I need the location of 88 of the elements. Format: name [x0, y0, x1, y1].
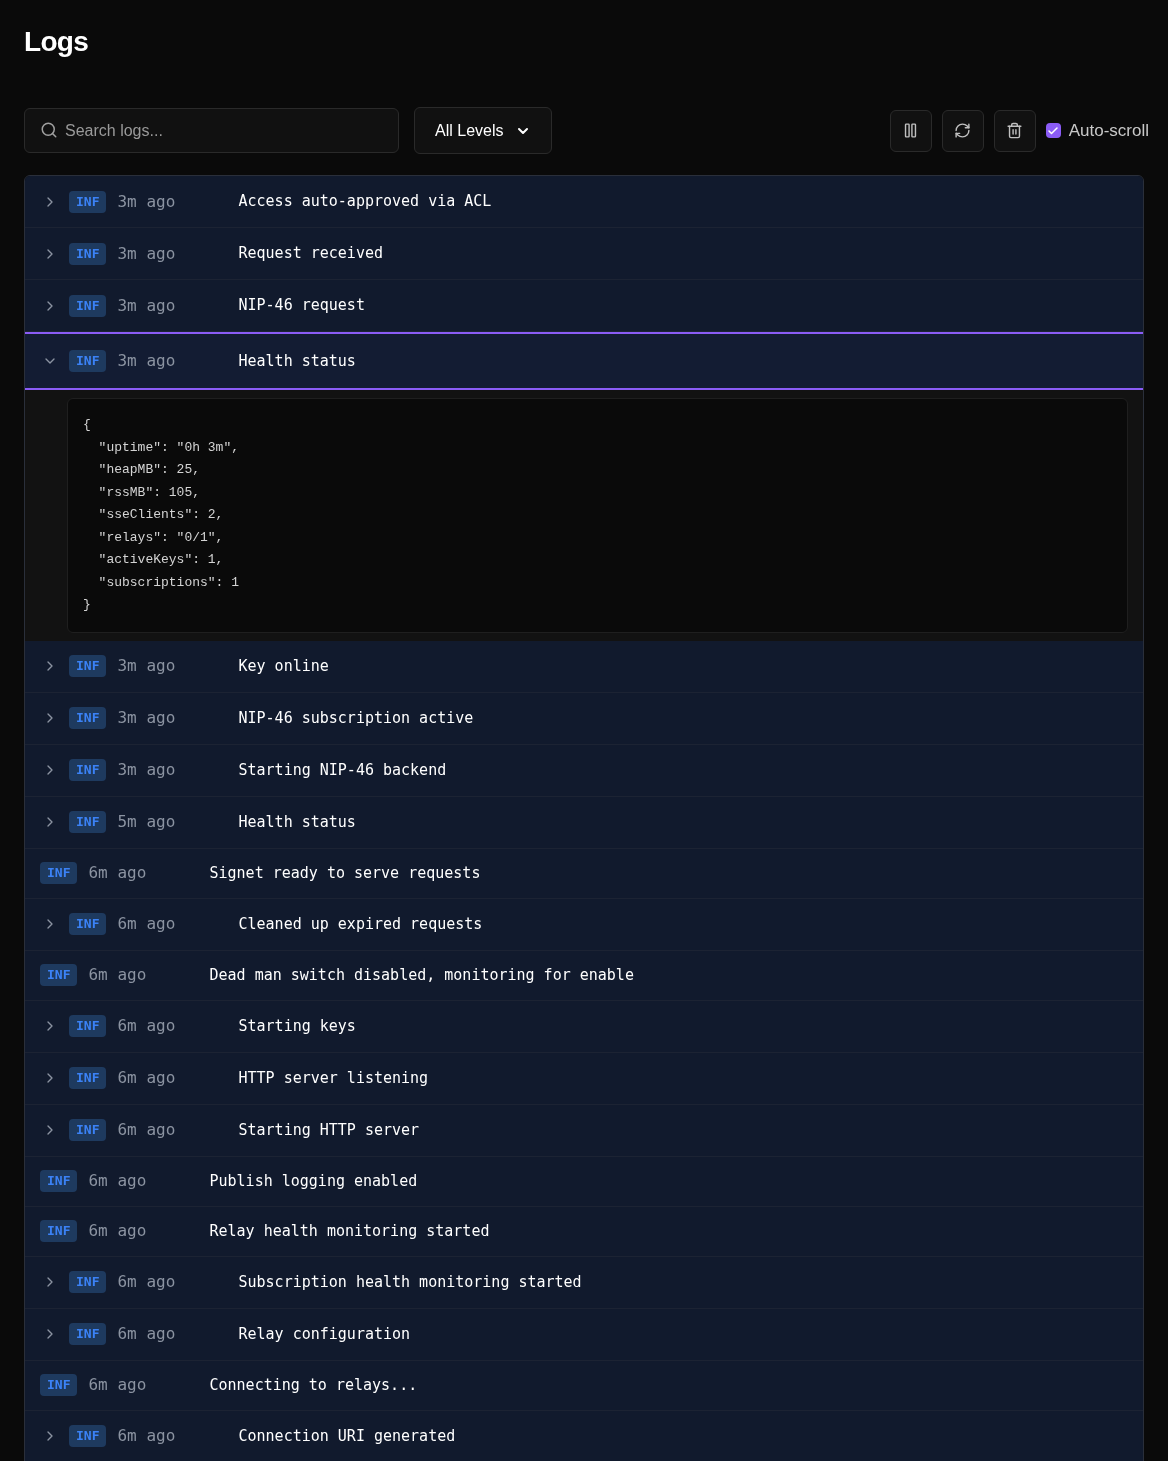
- log-message: Dead man switch disabled, monitoring for enable: [209, 964, 634, 986]
- level-badge: INF: [69, 1067, 107, 1089]
- pause-button[interactable]: [889, 109, 932, 152]
- log-row[interactable]: INF 6m ago Starting keys: [25, 1000, 1143, 1053]
- log-time: 6m ago: [117, 913, 177, 935]
- log-time: 6m ago: [88, 862, 148, 884]
- log-message: Publish logging enabled: [209, 1170, 418, 1192]
- log-row[interactable]: INF 6m ago Relay configuration: [25, 1308, 1143, 1361]
- level-badge: INF: [40, 964, 78, 986]
- log-row[interactable]: INF 3m ago Access auto-approved via ACL: [25, 176, 1143, 228]
- log-time: 3m ago: [117, 707, 177, 729]
- log-time: 6m ago: [88, 1374, 148, 1396]
- log-time: 3m ago: [117, 655, 177, 677]
- level-badge: INF: [69, 1425, 107, 1447]
- log-row[interactable]: INF 6m ago Connection URI generated: [25, 1410, 1143, 1461]
- log-message: Request received: [238, 243, 383, 265]
- log-time: 6m ago: [88, 1220, 148, 1242]
- level-badge: INF: [69, 1323, 107, 1345]
- log-time: 6m ago: [88, 1170, 148, 1192]
- log-row[interactable]: INF 3m ago Health status: [25, 332, 1143, 390]
- log-time: 3m ago: [117, 190, 177, 213]
- log-time: 6m ago: [117, 1015, 177, 1037]
- log-row[interactable]: INF 6m ago Starting HTTP server: [25, 1104, 1143, 1157]
- log-message: Starting HTTP server: [238, 1119, 420, 1141]
- log-message: Cleaned up expired requests: [238, 913, 483, 935]
- level-badge: INF: [69, 913, 107, 935]
- log-message: Health status: [238, 811, 356, 833]
- log-time: 6m ago: [117, 1323, 177, 1345]
- level-badge: INF: [40, 1374, 78, 1396]
- level-badge: INF: [69, 759, 107, 781]
- level-badge: INF: [40, 1220, 78, 1242]
- log-row[interactable]: INF 6m ago Subscription health monitoring started: [25, 1256, 1143, 1309]
- level-badge: INF: [69, 1271, 107, 1293]
- log-message: Health status: [238, 350, 356, 372]
- level-badge: INF: [69, 811, 107, 833]
- log-time: 6m ago: [117, 1271, 177, 1293]
- level-badge: INF: [69, 350, 107, 372]
- log-time: 6m ago: [117, 1425, 177, 1447]
- log-message: NIP-46 subscription active: [238, 707, 474, 729]
- log-time: 5m ago: [117, 811, 177, 833]
- log-row[interactable]: INF 3m ago Request received: [25, 228, 1143, 280]
- log-message: Connecting to relays...: [209, 1374, 418, 1396]
- search-icon: [40, 121, 58, 139]
- level-badge: INF: [69, 707, 107, 729]
- page-title: Logs: [24, 25, 90, 59]
- level-badge: INF: [69, 190, 107, 213]
- log-message: Connection URI generated: [238, 1425, 456, 1447]
- level-badge: INF: [69, 1015, 107, 1037]
- level-select[interactable]: All Levels: [414, 107, 553, 154]
- log-row[interactable]: INF 3m ago NIP-46 request: [25, 280, 1143, 332]
- log-message: Subscription health monitoring started: [238, 1271, 582, 1293]
- log-message: Relay health monitoring started: [209, 1220, 490, 1242]
- log-message: Starting NIP-46 backend: [238, 759, 447, 781]
- log-message: HTTP server listening: [238, 1067, 429, 1089]
- log-row[interactable]: INF 3m ago NIP-46 subscription active: [25, 692, 1143, 745]
- log-row[interactable]: INF 6m ago Cleaned up expired requests: [25, 898, 1143, 951]
- log-message: Access auto-approved via ACL: [238, 191, 492, 213]
- log-row[interactable]: INF 3m ago Starting NIP-46 backend: [25, 744, 1143, 797]
- log-time: 6m ago: [117, 1067, 177, 1089]
- log-time: 6m ago: [117, 1119, 177, 1141]
- log-row[interactable]: INF 5m ago Health status: [25, 796, 1143, 849]
- search-field[interactable]: Search logs...: [24, 108, 399, 153]
- delete-button[interactable]: [993, 109, 1036, 152]
- log-message: Starting keys: [238, 1015, 356, 1037]
- level-badge: INF: [69, 655, 107, 677]
- refresh-button[interactable]: [941, 109, 984, 152]
- level-badge: INF: [69, 242, 107, 265]
- level-badge: INF: [69, 294, 107, 317]
- log-row[interactable]: INF 6m ago HTTP server listening: [25, 1052, 1143, 1105]
- level-badge: INF: [40, 1170, 78, 1192]
- log-time: 3m ago: [117, 242, 177, 265]
- log-row[interactable]: INF 3m ago Key online: [25, 640, 1143, 693]
- trash-icon: [1006, 122, 1024, 139]
- check-icon: [1047, 124, 1060, 137]
- auto-scroll-label: Auto-scroll: [1068, 119, 1149, 142]
- refresh-icon: [954, 122, 972, 139]
- level-badge: INF: [69, 1119, 107, 1141]
- log-message: Relay configuration: [238, 1323, 411, 1345]
- log-time: 3m ago: [117, 294, 177, 317]
- log-time: 6m ago: [88, 964, 148, 986]
- log-message: Signet ready to serve requests: [209, 862, 481, 884]
- log-message: NIP-46 request: [238, 295, 365, 317]
- log-time: 3m ago: [117, 759, 177, 781]
- auto-scroll-checkbox[interactable]: [1045, 123, 1061, 138]
- details-json: { "uptime": "0h 3m", "heapMB": 25, "rssMB": 105, "sseClients": 2, "relays": "0/1", "activeKeys": 1, "subscriptions": 1 }: [67, 398, 1128, 633]
- log-time: 3m ago: [117, 350, 177, 372]
- log-message: Key online: [238, 655, 329, 677]
- level-badge: INF: [40, 862, 78, 884]
